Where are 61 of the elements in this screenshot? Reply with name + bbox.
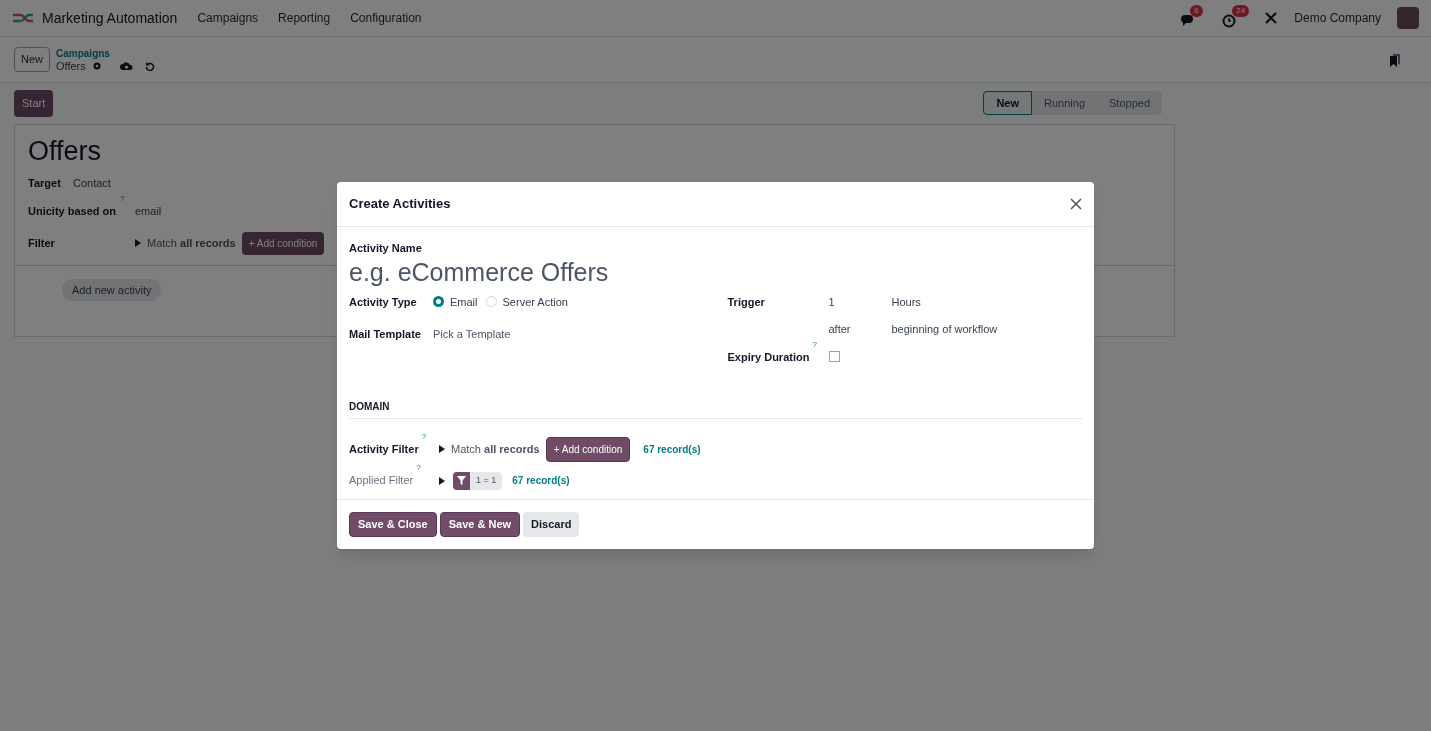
status-stage[interactable]: Running xyxy=(1032,91,1097,116)
menu-item[interactable]: Campaigns xyxy=(197,9,259,27)
clock-icon xyxy=(1222,14,1237,28)
trigger-relation[interactable]: after xyxy=(828,321,892,338)
cloud-upload-icon[interactable] xyxy=(119,60,133,71)
help-mark[interactable]: ? xyxy=(812,344,817,361)
record-name: Offers xyxy=(56,59,86,72)
app-name[interactable]: Marketing Automation xyxy=(42,7,178,29)
menu-item[interactable]: Reporting xyxy=(278,9,331,27)
record-count-link[interactable]: 67 record(s) xyxy=(512,473,570,488)
add-activity-button[interactable]: Add new activity xyxy=(62,278,162,301)
radio-option[interactable]: Email xyxy=(433,293,478,310)
field-label: Filter xyxy=(28,235,56,251)
trigger-event[interactable]: beginning of workflow xyxy=(891,321,1082,338)
field-label: Activity Type xyxy=(349,294,418,310)
field-value: email xyxy=(135,204,162,219)
trigger-amount[interactable]: 1 xyxy=(828,293,892,310)
add-condition-button[interactable]: + Add condition xyxy=(545,436,631,462)
field-label: Applied Filter xyxy=(349,473,414,489)
field-label: Activity Name xyxy=(349,241,423,256)
avatar[interactable] xyxy=(1397,7,1419,29)
record-count-link[interactable]: 67 record(s) xyxy=(643,441,701,457)
new-button[interactable]: New xyxy=(14,47,50,72)
message-count-badge: 6 xyxy=(1190,5,1203,17)
company-name[interactable]: Demo Company xyxy=(1294,9,1381,27)
field-label: Trigger xyxy=(727,294,766,310)
undo-icon[interactable] xyxy=(144,60,155,71)
filter-summary: Match all records xyxy=(451,441,540,457)
activity-name-field[interactable]: e.g. eCommerce Offers xyxy=(349,255,1049,288)
status-stage[interactable]: Stopped xyxy=(1097,91,1162,116)
section-header: DOMAIN xyxy=(349,401,390,412)
dialog-button[interactable]: Discard xyxy=(523,512,580,537)
radio-option[interactable]: Server Action xyxy=(485,293,568,310)
mail-template-field[interactable]: Pick a Template xyxy=(433,326,633,343)
help-mark[interactable]: ? xyxy=(421,436,427,454)
status-stage[interactable]: New xyxy=(983,91,1033,116)
field-label: Mail Template xyxy=(349,327,422,342)
field-label: Activity Filter xyxy=(349,441,419,457)
field-label: Unicity based on xyxy=(28,204,117,219)
caret-icon xyxy=(439,476,445,485)
start-button[interactable]: Start xyxy=(14,90,54,117)
filter-summary: Match all records xyxy=(147,235,236,251)
activity-count-badge: 24 xyxy=(1232,5,1250,17)
close-icon[interactable] xyxy=(1070,198,1082,210)
dialog-title: Create Activities xyxy=(349,195,451,214)
filter-icon xyxy=(457,476,466,485)
dialog-button[interactable]: Save & New xyxy=(439,512,521,537)
bookmark-icon xyxy=(1389,52,1401,67)
trigger-unit[interactable]: Hours xyxy=(891,293,1082,310)
caret-icon xyxy=(439,445,445,453)
caret-icon xyxy=(135,239,141,247)
add-condition-button[interactable]: + Add condition xyxy=(241,231,325,255)
menu-item[interactable]: Configuration xyxy=(350,9,422,27)
field-label: Target xyxy=(28,175,61,191)
expiry-checkbox[interactable] xyxy=(828,350,840,362)
breadcrumb-link[interactable]: Campaigns xyxy=(56,47,155,60)
app-logo-icon xyxy=(12,11,34,25)
field-label: Expiry Duration xyxy=(727,349,810,365)
field-value: Contact xyxy=(73,175,111,191)
record-title: Offers xyxy=(28,134,103,167)
dialog-button[interactable]: Save & Close xyxy=(349,512,437,537)
